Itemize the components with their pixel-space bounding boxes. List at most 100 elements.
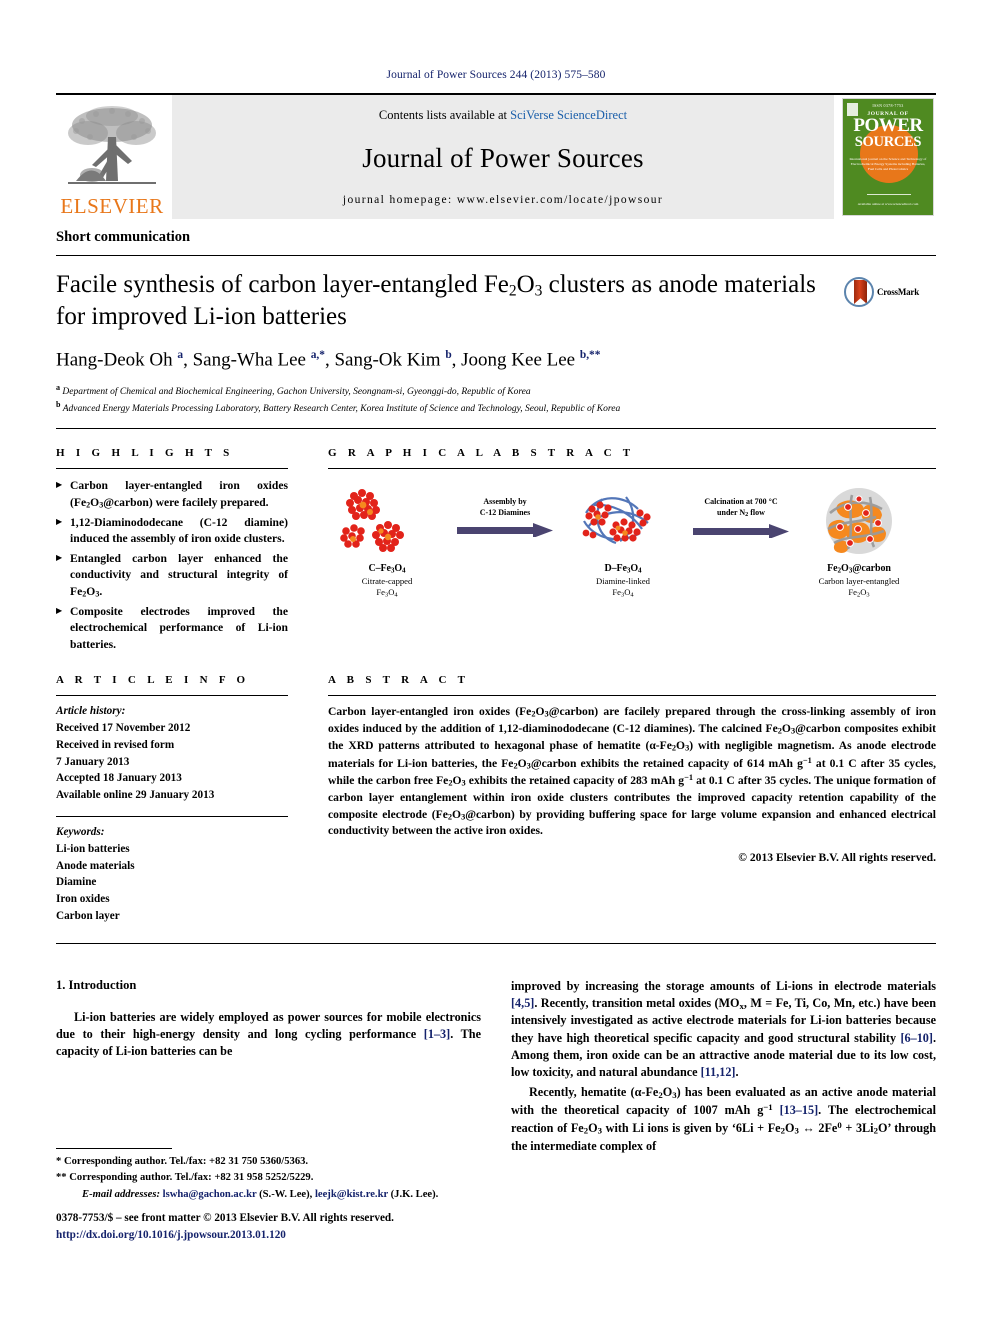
title-segment-1: Facile synthesis of carbon layer-entangl… [56,271,509,298]
cover-power-word: POWER [853,115,923,136]
ga-stage-2: D–Fe3O4 Diamine-linked Fe3O4 [564,483,682,600]
elsevier-tree-icon [68,106,156,184]
footnote-emails[interactable]: E-mail addresses: lswha@gachon.ac.kr (S.… [56,1187,476,1203]
keyword-item: Anode materials [56,859,135,872]
highlights-rule [56,468,288,470]
journal-banner: Contents lists available at SciVerse Sci… [172,95,834,219]
diamine-linked-clusters-icon [582,496,651,545]
title-bottom-rule [56,428,936,430]
keyword-item: Li-ion batteries [56,842,130,855]
contents-available-line: Contents lists available at SciVerse Sci… [379,108,627,123]
keyword-item: Iron oxides [56,893,110,906]
ga-stage-3-caption: Carbon layer-entangled Fe2O3 [818,575,900,599]
highlights-graphical-region: H I G H L I G H T S Carbon layer-entangl… [56,429,936,656]
article-history-label: Article history: [56,705,126,718]
journal-homepage[interactable]: journal homepage: www.elsevier.com/locat… [343,194,663,206]
elsevier-logo: ELSEVIER [56,95,168,219]
history-item: Received 17 November 2012 [56,722,191,735]
doi-link[interactable]: http://dx.doi.org/10.1016/j.jpowsour.201… [56,1227,526,1244]
paper-page: Journal of Power Sources 244 (2013) 575–… [0,0,992,1323]
issn-copyright-block: 0378-7753/$ – see front matter © 2013 El… [56,1210,526,1244]
ga-stage-1-label: C–Fe3O4 [368,563,406,575]
contents-prefix: Contents lists available at [378,108,511,122]
ga-stage-3-image [800,483,918,559]
list-item: Carbon layer-entangled iron oxides (Fe2O… [56,478,288,511]
list-item: 1,12-Diaminododecane (C-12 diamine) indu… [56,515,288,548]
running-head: Journal of Power Sources 244 (2013) 575–… [386,69,606,81]
crossmark-label: CrossMark [877,287,920,297]
body-paragraph: improved by increasing the storage amoun… [511,978,936,1080]
body-paragraph: Recently, hematite (α-Fe2O3) has been ev… [511,1084,937,1153]
title-block: Short communication Facile synthesis of … [56,219,936,430]
journal-cover-thumbnail: ISSN 0378-7753 JOURNAL OF POWER SOURCES … [840,95,936,219]
cover-sources-word: SOURCES [854,134,922,151]
sciencedirect-link[interactable]: SciVerse ScienceDirect [510,108,627,122]
highlights-column: H I G H L I G H T S Carbon layer-entangl… [56,429,306,656]
affiliation-b-text: Advanced Energy Materials Processing Lab… [62,404,621,415]
footnote-corresponding-1: * Corresponding author. Tel./fax: +82 31… [56,1156,309,1167]
keywords-block: Keywords: Li-ion batteries Anode materia… [56,817,288,925]
ga-stage-3-label: Fe2O3@carbon [827,563,891,575]
graphical-abstract-column: G R A P H I C A L A B S T R A C T C–Fe3O… [306,429,936,656]
history-item: Available online 29 January 2013 [56,789,215,802]
abstract-column: A B S T R A C T Carbon layer-entangled i… [306,656,936,925]
keyword-item: Diamine [56,876,97,889]
list-item: Entangled carbon layer enhanced the cond… [56,551,288,601]
cover-subtitle: International journal on the Science and… [849,156,927,172]
ga-stage-2-caption: Diamine-linked Fe3O4 [596,575,650,599]
article-history-block: Article history: Received 17 November 20… [56,696,288,804]
ga-stage-2-image [564,483,682,559]
abstract-text: Carbon layer-entangled iron oxides (Fe2O… [328,705,936,838]
author-list: Hang-Deok Oh a, Sang-Wha Lee a,*, Sang-O… [56,348,601,370]
affiliation-b: b Advanced Energy Materials Processing L… [56,400,621,415]
graphical-abstract-heading: G R A P H I C A L A B S T R A C T [328,447,635,460]
title-segment-2: O [516,271,535,298]
ga-arrow-1: Assembly by C-12 Diamines [446,483,564,538]
body-paragraph: Li-ion batteries are widely employed as … [56,1009,481,1059]
carbon-entangled-cluster-icon [826,488,892,555]
cover-footer-note: Available online at www.sciencedirect.co… [857,202,919,207]
citrate-capped-clusters-icon [340,489,404,553]
highlights-list: Carbon layer-entangled iron oxides (Fe2O… [56,478,288,653]
journal-title: Journal of Power Sources [362,143,644,173]
ga-stage-2-label: D–Fe3O4 [604,563,642,575]
affiliation-a: a Department of Chemical and Biochemical… [56,382,531,397]
ga-arrow-2: Calcination at 700 °C under N2 flow [682,483,800,539]
ga-stage-1-image [328,483,446,559]
body-region: 1. Introduction Li-ion batteries are wid… [56,978,936,1157]
list-item: Composite electrodes improved the electr… [56,604,288,654]
history-item: Received in revised form [56,738,175,751]
body-column-left: 1. Introduction Li-ion batteries are wid… [56,978,481,1157]
body-column-right: improved by increasing the storage amoun… [511,978,936,1157]
history-item: Accepted 18 January 2013 [56,772,182,785]
article-type: Short communication [56,229,936,256]
affiliation-list: a Department of Chemical and Biochemical… [56,382,936,417]
crossmark-badge[interactable]: CrossMark [844,277,936,307]
cover-issn-note: ISSN 0378-7753 [872,103,904,108]
ga-stage-1: C–Fe3O4 Citrate-capped Fe3O4 [328,483,446,600]
title-subscript-1: 2 [508,282,517,300]
cover-elsevier-mark [847,103,858,116]
info-region-bottom-rule [56,942,936,944]
affiliation-a-text: Department of Chemical and Biochemical E… [62,386,531,397]
elsevier-wordmark: ELSEVIER [60,194,164,218]
highlights-heading: H I G H L I G H T S [56,447,234,460]
ga-arrow-2-label: Calcination at 700 °C under N2 flow [704,497,778,519]
copyright-line: © 2013 Elsevier B.V. All rights reserved… [738,851,936,865]
issn-frontmatter-line: 0378-7753/$ – see front matter © 2013 El… [56,1212,394,1224]
ga-arrow-1-label: Assembly by C-12 Diamines [479,497,531,517]
crossmark-icon [844,277,874,307]
section-heading-introduction: 1. Introduction [56,977,137,992]
articleinfo-abstract-region: A R T I C L E I N F O Article history: R… [56,656,936,925]
arrow-right-icon [693,524,789,539]
journal-masthead: ELSEVIER Contents lists available at Sci… [56,93,936,219]
arrow-right-icon [457,523,553,538]
keyword-item: Carbon layer [56,910,120,922]
ga-stage-1-caption: Citrate-capped Fe3O4 [361,575,413,599]
history-item: 7 January 2013 [56,755,130,768]
keywords-label: Keywords: [56,826,105,839]
footnotes-block: * Corresponding author. Tel./fax: +82 31… [56,1148,476,1203]
article-info-column: A R T I C L E I N F O Article history: R… [56,656,306,925]
abstract-heading: A B S T R A C T [328,674,470,687]
cover-divider [867,194,911,195]
